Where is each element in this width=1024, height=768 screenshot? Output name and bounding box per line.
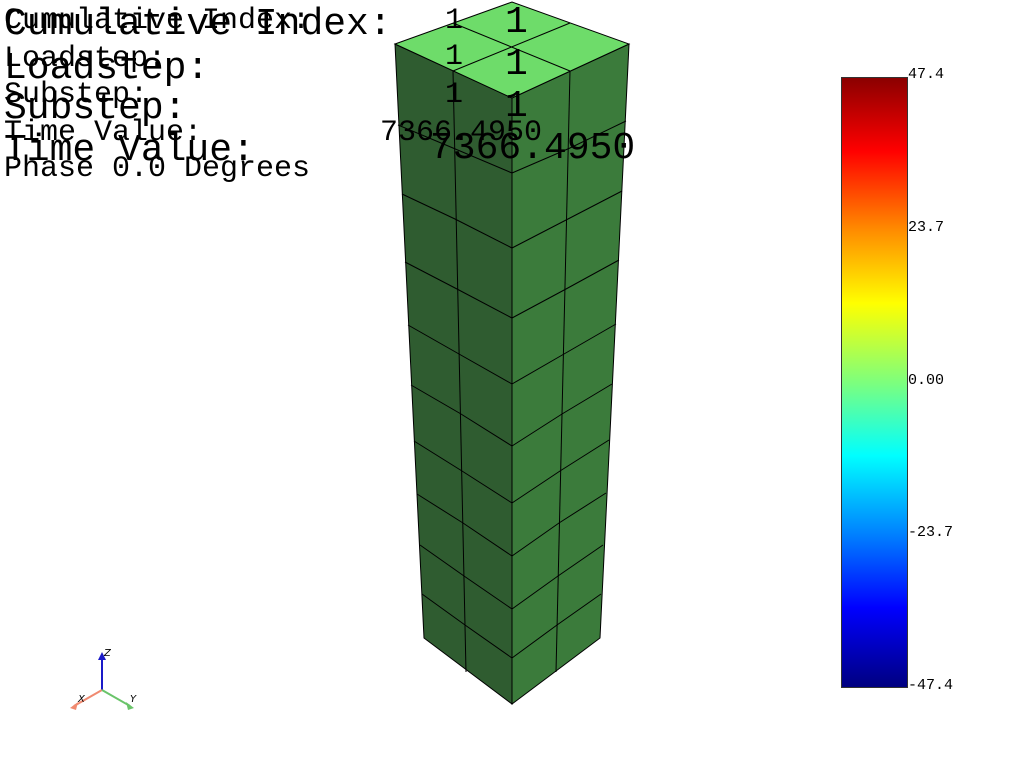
x-axis-label: X (77, 694, 86, 705)
color-legend-tick: 23.7 (908, 219, 945, 236)
axis-triad: Z X Y (70, 648, 137, 710)
color-legend-tick: 47.4 (908, 66, 945, 83)
color-legend-bar (841, 77, 908, 688)
hud-substep-value-small: 1 (445, 78, 464, 112)
hud-cumulative-index-value-small: 1 (445, 4, 464, 38)
hud-cumulative-index-value: 1 (505, 1, 528, 44)
x-axis-arrow (70, 702, 78, 710)
hud-phase-text: Phase 0.0 Degrees (4, 152, 311, 186)
y-axis-line (101, 689, 131, 707)
hud-loadstep-value-small: 1 (445, 40, 464, 74)
color-legend-tick: 0.00 (908, 372, 945, 389)
hud-time-value: 7366.4950 (430, 127, 636, 170)
y-axis-label: Y (130, 694, 137, 705)
color-legend-tick: -47.4 (908, 677, 954, 694)
hud-loadstep-value: 1 (505, 43, 528, 86)
hud-cumulative-index-label: Cumulative Index: (4, 3, 392, 46)
color-legend-tick: -23.7 (908, 524, 954, 541)
graphics-viewport[interactable]: Cumulative Index: 1 Cumulative Index: 1 … (0, 0, 1024, 768)
z-axis-label: Z (103, 648, 112, 659)
